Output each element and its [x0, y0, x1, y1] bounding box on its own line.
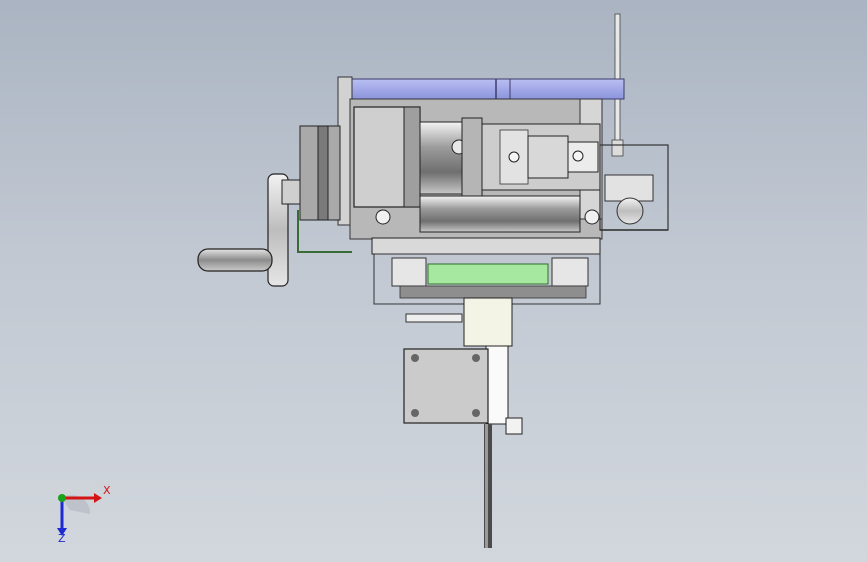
servo-motor[interactable] [461, 117, 601, 197]
coordinate-triad: X Z [40, 478, 120, 548]
stepper-motor[interactable] [403, 348, 489, 424]
graphics-viewport[interactable]: X Z [0, 0, 867, 562]
right-bracket[interactable] [599, 144, 669, 231]
lead-screw[interactable] [484, 424, 492, 548]
cad-assembly-model[interactable] [0, 0, 867, 562]
x-axis-label: X [103, 484, 111, 497]
z-axis-label: Z [58, 532, 66, 545]
gear-motor[interactable] [353, 106, 471, 208]
hand-wheel[interactable] [267, 125, 341, 287]
